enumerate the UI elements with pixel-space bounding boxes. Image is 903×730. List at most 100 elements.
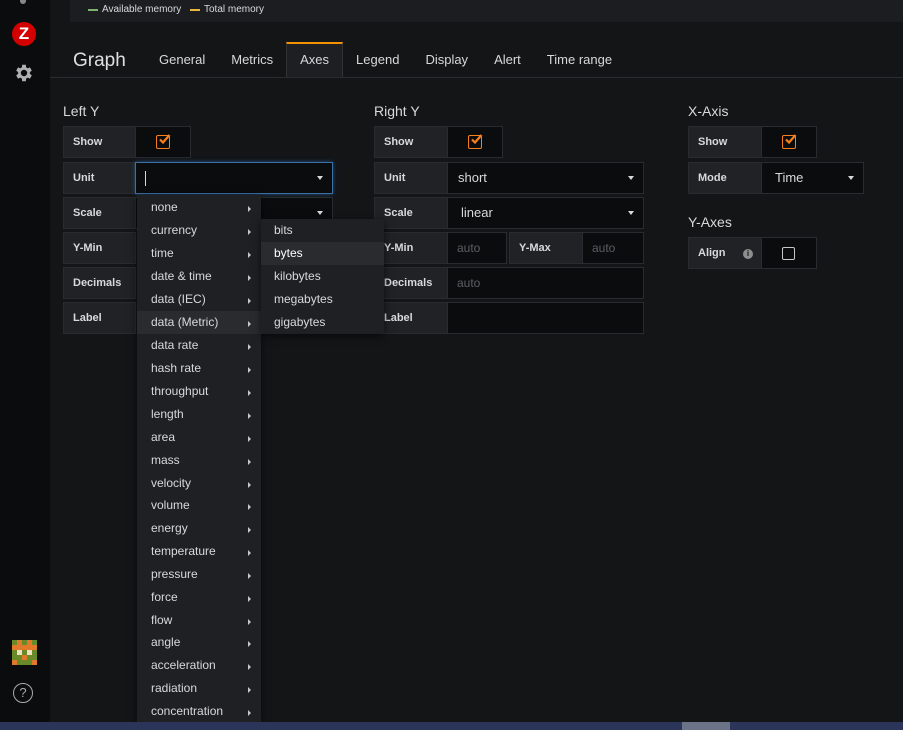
menu-item-mass[interactable]: mass — [137, 449, 261, 472]
gear-icon[interactable] — [13, 62, 35, 84]
right-y-decimals-input[interactable]: auto — [447, 267, 644, 299]
menu-item-pressure[interactable]: pressure — [137, 563, 261, 586]
x-axis-show-checkbox[interactable] — [761, 126, 817, 158]
menu-item-data-iec[interactable]: data (IEC) — [137, 288, 261, 311]
menu-item-volume[interactable]: volume — [137, 494, 261, 517]
tab-axes[interactable]: Axes — [286, 42, 344, 78]
menu-item-none[interactable]: none — [137, 196, 261, 219]
menu-item-label: hash rate — [151, 361, 202, 375]
menu-item-area[interactable]: area — [137, 426, 261, 449]
right-y-scale-select[interactable]: linear — [447, 197, 644, 229]
menu-item-data-rate[interactable]: data rate — [137, 334, 261, 357]
chevron-right-icon — [248, 206, 251, 212]
tab-display[interactable]: Display — [412, 42, 481, 78]
tab-metrics[interactable]: Metrics — [218, 42, 286, 78]
chevron-right-icon — [248, 252, 251, 258]
menu-item-force[interactable]: force — [137, 586, 261, 609]
submenu-item-megabytes[interactable]: megabytes — [261, 288, 384, 311]
horizontal-scrollbar[interactable] — [0, 722, 903, 730]
legend-label: Total memory — [204, 4, 265, 15]
chevron-right-icon — [248, 298, 251, 304]
menu-item-angle[interactable]: angle — [137, 631, 261, 654]
submenu-item-bits[interactable]: bits — [261, 219, 384, 242]
left-y-unit-input[interactable] — [135, 162, 333, 194]
right-y-label-input[interactable] — [447, 302, 644, 334]
help-icon[interactable]: ? — [13, 683, 33, 703]
left-y-unit-label: Unit — [63, 162, 136, 194]
menu-item-data-metric[interactable]: data (Metric) — [137, 311, 261, 334]
chevron-right-icon — [248, 710, 251, 716]
right-y-ymin-input[interactable]: auto — [447, 232, 507, 264]
menu-item-label: energy — [151, 521, 188, 535]
app-logo-icon[interactable]: Z — [12, 22, 36, 46]
left-y-label-label: Label — [63, 302, 136, 334]
chevron-right-icon — [248, 436, 251, 442]
menu-item-throughput[interactable]: throughput — [137, 380, 261, 403]
tab-legend[interactable]: Legend — [343, 42, 412, 78]
right-y-unit-label: Unit — [374, 162, 448, 194]
editor-tabs: General Metrics Axes Legend Display Aler… — [146, 42, 625, 78]
x-axis-mode-select[interactable]: Time — [761, 162, 864, 194]
left-y-ymin-label: Y-Min — [63, 232, 136, 264]
submenu-item-gigabytes[interactable]: gigabytes — [261, 311, 384, 334]
left-y-show-label: Show — [63, 126, 136, 158]
menu-item-label: time — [151, 246, 174, 260]
graph-legend: Available memory Total memory — [70, 0, 903, 22]
menu-item-length[interactable]: length — [137, 403, 261, 426]
chevron-right-icon — [248, 641, 251, 647]
right-y-decimals-label: Decimals — [374, 267, 448, 299]
menu-item-hash-rate[interactable]: hash rate — [137, 357, 261, 380]
menu-item-time[interactable]: time — [137, 242, 261, 265]
side-menu: Z ? — [0, 0, 50, 722]
scrollbar-thumb[interactable] — [682, 722, 730, 730]
unit-submenu-data-metric: bits bytes kilobytes megabytes gigabytes — [261, 219, 384, 334]
chevron-right-icon — [248, 367, 251, 373]
info-icon[interactable]: i — [743, 249, 753, 259]
menu-item-label: currency — [151, 223, 198, 237]
chevron-right-icon — [248, 482, 251, 488]
menu-item-label: throughput — [151, 384, 209, 398]
legend-item-available-memory[interactable]: Available memory — [88, 4, 181, 15]
menu-item-radiation[interactable]: radiation — [137, 677, 261, 700]
submenu-item-kilobytes[interactable]: kilobytes — [261, 265, 384, 288]
left-y-title: Left Y — [63, 103, 100, 119]
menu-item-velocity[interactable]: velocity — [137, 472, 261, 495]
chevron-right-icon — [248, 619, 251, 625]
menu-item-label: volume — [151, 498, 190, 512]
chevron-right-icon — [248, 413, 251, 419]
menu-item-label: acceleration — [151, 658, 216, 672]
left-y-show-checkbox[interactable] — [135, 126, 191, 158]
menu-item-flow[interactable]: flow — [137, 609, 261, 632]
tab-alert[interactable]: Alert — [481, 42, 534, 78]
select-value: Time — [775, 170, 804, 185]
x-axis-title: X-Axis — [688, 103, 729, 119]
right-y-title: Right Y — [374, 103, 420, 119]
chevron-down-icon — [628, 176, 634, 180]
menu-item-label: pressure — [151, 567, 198, 581]
chevron-right-icon — [248, 550, 251, 556]
menu-item-label: temperature — [151, 544, 216, 558]
right-y-ymax-input[interactable]: auto — [582, 232, 644, 264]
legend-item-total-memory[interactable]: Total memory — [190, 4, 264, 15]
menu-item-label: mass — [151, 453, 180, 467]
menu-item-concentration[interactable]: concentration — [137, 700, 261, 723]
menu-item-energy[interactable]: energy — [137, 517, 261, 540]
tab-time-range[interactable]: Time range — [534, 42, 625, 78]
right-y-show-checkbox[interactable] — [447, 126, 503, 158]
right-y-ymax-label: Y-Max — [509, 232, 583, 264]
menu-item-label: length — [151, 407, 184, 421]
legend-swatch — [190, 8, 200, 11]
menu-item-temperature[interactable]: temperature — [137, 540, 261, 563]
user-avatar[interactable] — [12, 640, 37, 665]
tab-general[interactable]: General — [146, 42, 218, 78]
menu-item-currency[interactable]: currency — [137, 219, 261, 242]
checkbox-checked-icon — [782, 134, 797, 149]
menu-item-date-time[interactable]: date & time — [137, 265, 261, 288]
top-nav-stub[interactable] — [20, 0, 26, 4]
submenu-item-bytes[interactable]: bytes — [261, 242, 384, 265]
right-y-unit-select[interactable]: short — [447, 162, 644, 194]
y-axes-title: Y-Axes — [688, 214, 732, 230]
menu-item-acceleration[interactable]: acceleration — [137, 654, 261, 677]
y-axes-align-checkbox[interactable] — [761, 237, 817, 269]
chevron-right-icon — [248, 390, 251, 396]
